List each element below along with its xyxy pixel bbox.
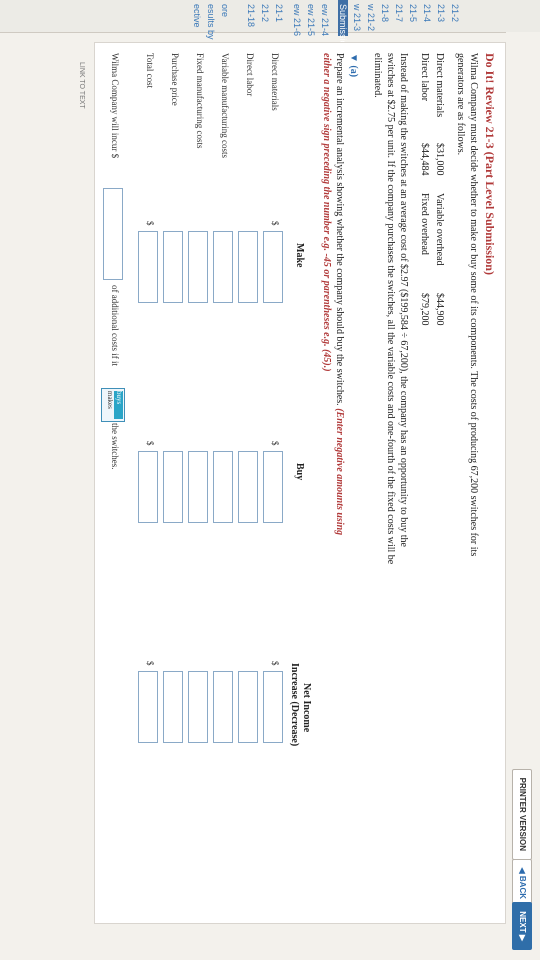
select-option-makes[interactable]: makes [106, 391, 114, 409]
make-input[interactable] [213, 231, 233, 303]
buy-input[interactable] [188, 451, 208, 523]
make-total-input[interactable] [138, 231, 158, 303]
net-input[interactable] [263, 671, 283, 743]
cost-value: $79,200 [419, 293, 430, 326]
nav-item[interactable]: 21-18 [246, 0, 256, 27]
sidebar-nav: 21-2 21-3 21-4 21-5 21-7 21-8 w 21-2 w 2… [0, 0, 540, 54]
make-input[interactable] [263, 231, 283, 303]
nav-item[interactable]: ective [192, 0, 202, 28]
make-header: Make [294, 243, 305, 268]
buy-header: Buy [294, 463, 305, 481]
nav-item[interactable]: 21-2 [450, 0, 460, 22]
additional-cost-input[interactable] [103, 188, 123, 280]
conclusion-middle: of additional costs if it [110, 285, 120, 366]
screen: 21-2 21-3 21-4 21-5 21-7 21-8 w 21-2 w 2… [0, 0, 540, 960]
net-input[interactable] [213, 671, 233, 743]
row-label-direct-materials: Direct materials [270, 53, 280, 111]
part-a-instruction: Prepare an incremental analysis showing … [334, 53, 345, 536]
nav-item-active[interactable]: Submission) [338, 0, 348, 54]
link-to-text[interactable]: LINK TO TEXT [78, 62, 85, 109]
row-label-purchase-price: Purchase price [170, 53, 180, 106]
row-label-variable-manufacturing: Variable manufacturing costs [220, 53, 230, 158]
cost-label: Direct materials [434, 53, 445, 118]
row-label-fixed-manufacturing: Fixed manufacturing costs [195, 53, 205, 149]
make-input[interactable] [188, 231, 208, 303]
nav-item[interactable]: ew 21-4 [320, 0, 330, 36]
dollar-sign: $ [145, 441, 155, 446]
nav-item[interactable]: 21-1 [274, 0, 284, 22]
nav-item[interactable]: 21-3 [436, 0, 446, 22]
cost-label: Fixed overhead [419, 193, 430, 255]
nav-item[interactable]: ew 21-6 [292, 0, 302, 36]
buy-make-select[interactable]: buys makes [101, 388, 125, 422]
buy-input[interactable] [238, 451, 258, 523]
net-total-input[interactable] [138, 671, 158, 743]
dollar-sign: $ [145, 661, 155, 666]
buy-total-input[interactable] [138, 451, 158, 523]
conclusion-suffix: the switches. [110, 423, 120, 470]
net-input[interactable] [238, 671, 258, 743]
printer-version-button[interactable]: PRINTER VERSION [512, 768, 532, 860]
toolbar: PRINTER VERSION ◀ BACK NEXT ▶ [506, 32, 540, 960]
make-input[interactable] [163, 231, 183, 303]
net-input[interactable] [163, 671, 183, 743]
back-button[interactable]: ◀ BACK [512, 858, 532, 908]
nav-item[interactable]: w 21-2 [366, 0, 376, 31]
nav-item[interactable]: 21-8 [380, 0, 390, 22]
nav-item[interactable]: 21-7 [394, 0, 404, 22]
net-income-header: Net Income [301, 683, 312, 733]
nav-item[interactable]: w 21-3 [352, 0, 362, 31]
paragraph-text: eliminated. [372, 53, 383, 98]
nav-item[interactable]: ew 21-5 [306, 0, 316, 36]
make-input[interactable] [238, 231, 258, 303]
dollar-sign: $ [270, 221, 280, 226]
intro-text: generators are as follows. [455, 53, 466, 156]
paragraph-text: switches at $2.75 per unit. If the compa… [385, 53, 396, 565]
part-a-instruction-red: either a negative sign preceding the num… [321, 53, 332, 372]
nav-item[interactable]: ore [220, 0, 230, 17]
part-a-label[interactable]: ▼ (a) [348, 53, 359, 77]
nav-item[interactable]: 21-2 [260, 0, 270, 22]
net-income-header: Increase (Decrease) [289, 663, 300, 747]
nav-item[interactable]: esults by [206, 0, 216, 40]
cost-label: Direct labor [419, 53, 430, 102]
problem-title: Do It! Review 21-3 (Part Level Submissio… [483, 53, 497, 275]
dollar-sign: $ [270, 441, 280, 446]
problem-panel: Do It! Review 21-3 (Part Level Submissio… [94, 42, 506, 924]
cost-value: $44,484 [419, 143, 430, 176]
cost-value: $44,900 [434, 293, 445, 326]
row-label-total-cost: Total cost [145, 53, 155, 89]
buy-input[interactable] [213, 451, 233, 523]
nav-item[interactable]: 21-5 [408, 0, 418, 22]
buy-input[interactable] [263, 451, 283, 523]
cost-label: Variable overhead [434, 193, 445, 266]
row-label-direct-labor: Direct labor [245, 53, 255, 97]
select-option-buys[interactable]: buys [114, 391, 123, 419]
next-button[interactable]: NEXT ▶ [512, 902, 532, 950]
cost-value: $31,000 [434, 143, 445, 176]
buy-input[interactable] [163, 451, 183, 523]
dollar-sign: $ [145, 221, 155, 226]
conclusion-prefix: Wilma Company will incur $ [110, 53, 120, 159]
dollar-sign: $ [270, 661, 280, 666]
intro-text: Wilma Company must decide whether to mak… [468, 53, 479, 557]
net-input[interactable] [188, 671, 208, 743]
paragraph-text: Instead of making the switches at an ave… [398, 53, 409, 547]
nav-item[interactable]: 21-4 [422, 0, 432, 22]
